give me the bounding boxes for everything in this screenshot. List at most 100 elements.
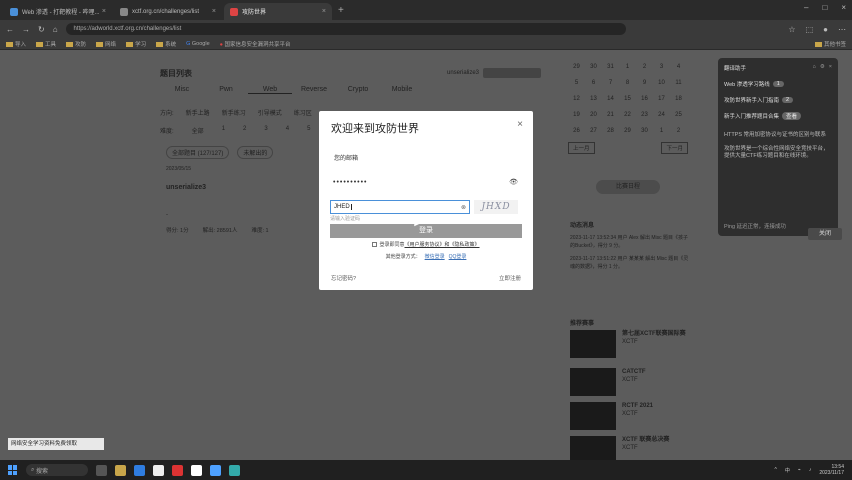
start-icon[interactable]	[8, 465, 18, 475]
difficulty-option[interactable]: 5	[307, 126, 310, 135]
login-button[interactable]: 登录	[330, 224, 522, 238]
taskbar-search[interactable]: ⌕ 搜索	[26, 464, 88, 476]
edge-icon[interactable]	[134, 464, 145, 476]
volume-icon[interactable]: ♪	[809, 467, 812, 473]
app-red-icon[interactable]	[172, 464, 183, 476]
tab-close-icon[interactable]: ×	[322, 8, 326, 15]
close-icon[interactable]: ×	[829, 64, 832, 72]
bookmark-item[interactable]: ● 国家信息安全漏洞共享平台	[220, 40, 291, 48]
calendar-day[interactable]: 15	[619, 96, 636, 102]
calendar-day[interactable]: 20	[585, 112, 602, 118]
new-tab-icon[interactable]: +	[338, 5, 344, 16]
filter-option[interactable]: 引导模式	[258, 108, 282, 117]
forgot-password-link[interactable]: 忘记密码?	[331, 274, 356, 282]
calendar-day[interactable]: 27	[585, 128, 602, 134]
chrome-icon[interactable]	[210, 464, 221, 476]
qq-login-link[interactable]: QQ登录	[449, 254, 467, 260]
next-month-button[interactable]: 下一月	[661, 142, 688, 154]
extensions-icon[interactable]: ⬚	[806, 25, 814, 34]
bookmark-item[interactable]: 系统	[156, 40, 176, 48]
calendar-day[interactable]: 23	[636, 112, 653, 118]
captcha-image[interactable]: JHXD	[474, 200, 518, 214]
register-link[interactable]: 立即注册	[499, 274, 521, 282]
recommend-item[interactable]: 第七届XCTF联赛国际赛 XCTF	[570, 330, 690, 362]
difficulty-option[interactable]: 全部	[192, 126, 204, 135]
tab-close-icon[interactable]: ×	[102, 8, 106, 15]
task-view-icon[interactable]	[96, 464, 107, 476]
calendar-day[interactable]: 14	[602, 96, 619, 102]
schedule-button[interactable]: 比赛日程	[596, 180, 660, 194]
minimize-icon[interactable]: –	[804, 3, 808, 12]
home-icon[interactable]: ⌂	[53, 25, 58, 34]
eye-icon[interactable]: 👁	[509, 178, 519, 186]
clear-icon[interactable]: ⊗	[461, 204, 466, 211]
terms-link[interactable]: 《用户服务协议》和《隐私政策》	[405, 242, 480, 248]
calendar-day[interactable]: 2	[670, 128, 687, 134]
captcha-input[interactable]: JHED ⊗	[330, 200, 470, 214]
other-bookmarks[interactable]: 其他书签	[814, 40, 846, 48]
profile-icon[interactable]: ●	[823, 25, 828, 34]
challenge-name[interactable]: unserialize3	[166, 184, 206, 191]
difficulty-option[interactable]: 2	[243, 126, 246, 135]
maximize-icon[interactable]: □	[822, 3, 827, 12]
promo-banner[interactable]: 网络安全学习资料免费领取	[8, 438, 104, 450]
calendar-day[interactable]: 30	[636, 128, 653, 134]
star-icon[interactable]: ☆	[788, 25, 795, 34]
wechat-login-link[interactable]: 微信登录	[425, 254, 445, 260]
calendar-day[interactable]: 31	[602, 64, 619, 70]
close-icon[interactable]: ×	[517, 119, 523, 130]
calendar-day[interactable]: 29	[619, 128, 636, 134]
pill-unsolved[interactable]: 未解出的	[237, 146, 274, 159]
calendar-day[interactable]: 11	[670, 80, 687, 86]
calendar-day[interactable]: 6	[585, 80, 602, 86]
settings-icon[interactable]: ⚙	[820, 64, 825, 72]
calendar-day[interactable]: 1	[653, 128, 670, 134]
calendar-day[interactable]: 10	[653, 80, 670, 86]
calendar-day[interactable]: 24	[653, 112, 670, 118]
tab-reverse[interactable]: Reverse	[292, 86, 336, 94]
bookmark-item[interactable]: 导入	[6, 40, 26, 48]
search-box[interactable]: unserialize3	[447, 66, 553, 80]
calendar-day[interactable]: 18	[670, 96, 687, 102]
password-field[interactable]: •••••••••• 👁	[330, 175, 522, 189]
tab-crypto[interactable]: Crypto	[336, 86, 380, 94]
clock[interactable]: 13:54 2023/11/17	[819, 464, 844, 476]
calendar-day[interactable]: 22	[619, 112, 636, 118]
prev-month-button[interactable]: 上一月	[568, 142, 595, 154]
calendar-day[interactable]: 17	[653, 96, 670, 102]
bookmark-item[interactable]: 攻防	[66, 40, 86, 48]
forward-icon[interactable]: →	[22, 25, 30, 34]
pin-icon[interactable]: ⌂	[813, 64, 816, 72]
file-explorer-icon[interactable]	[115, 464, 126, 476]
back-icon[interactable]: ←	[6, 25, 14, 34]
calendar-day[interactable]: 19	[568, 112, 585, 118]
side-panel-item[interactable]: 攻防世界新手入门指南 2	[724, 96, 832, 104]
browser-tab-1[interactable]: Web 渗透 - 打靶教程 - 哔哩... ×	[4, 3, 112, 20]
calendar-day[interactable]: 26	[568, 128, 585, 134]
calendar-day[interactable]: 8	[619, 80, 636, 86]
filter-option[interactable]: 新手上路	[186, 108, 210, 117]
recommend-item[interactable]: CATCTF XCTF	[570, 368, 690, 400]
app-t-icon[interactable]	[191, 464, 202, 476]
app-teal-icon[interactable]	[229, 464, 240, 476]
url-input[interactable]: https://adworld.xctf.org.cn/challenges/l…	[65, 23, 626, 35]
recommend-item[interactable]: RCTF 2021 XCTF	[570, 402, 690, 434]
calendar-day[interactable]: 28	[602, 128, 619, 134]
search-button[interactable]	[483, 68, 542, 78]
app-a-icon[interactable]	[153, 464, 164, 476]
bookmark-item[interactable]: 工具	[36, 40, 56, 48]
calendar-day[interactable]: 13	[585, 96, 602, 102]
filter-option[interactable]: 练习区	[294, 108, 312, 117]
close-window-icon[interactable]: ×	[841, 3, 846, 12]
side-panel-close-button[interactable]: 关闭	[808, 228, 842, 240]
view-badge[interactable]: 查看	[782, 112, 802, 120]
side-panel-item[interactable]: 新手入门推荐题目合集 查看	[724, 112, 832, 120]
calendar-day[interactable]: 30	[585, 64, 602, 70]
tray-chevron-icon[interactable]: ^	[774, 467, 776, 473]
browser-tab-3[interactable]: 攻防世界 ×	[224, 3, 332, 20]
agree-checkbox[interactable]	[372, 242, 378, 248]
recommend-item[interactable]: XCTF 联赛总决赛 XCTF	[570, 436, 690, 460]
pill-all[interactable]: 全部题目 (127/127)	[166, 146, 230, 159]
tab-mobile[interactable]: Mobile	[380, 86, 424, 94]
calendar-day[interactable]: 7	[602, 80, 619, 86]
